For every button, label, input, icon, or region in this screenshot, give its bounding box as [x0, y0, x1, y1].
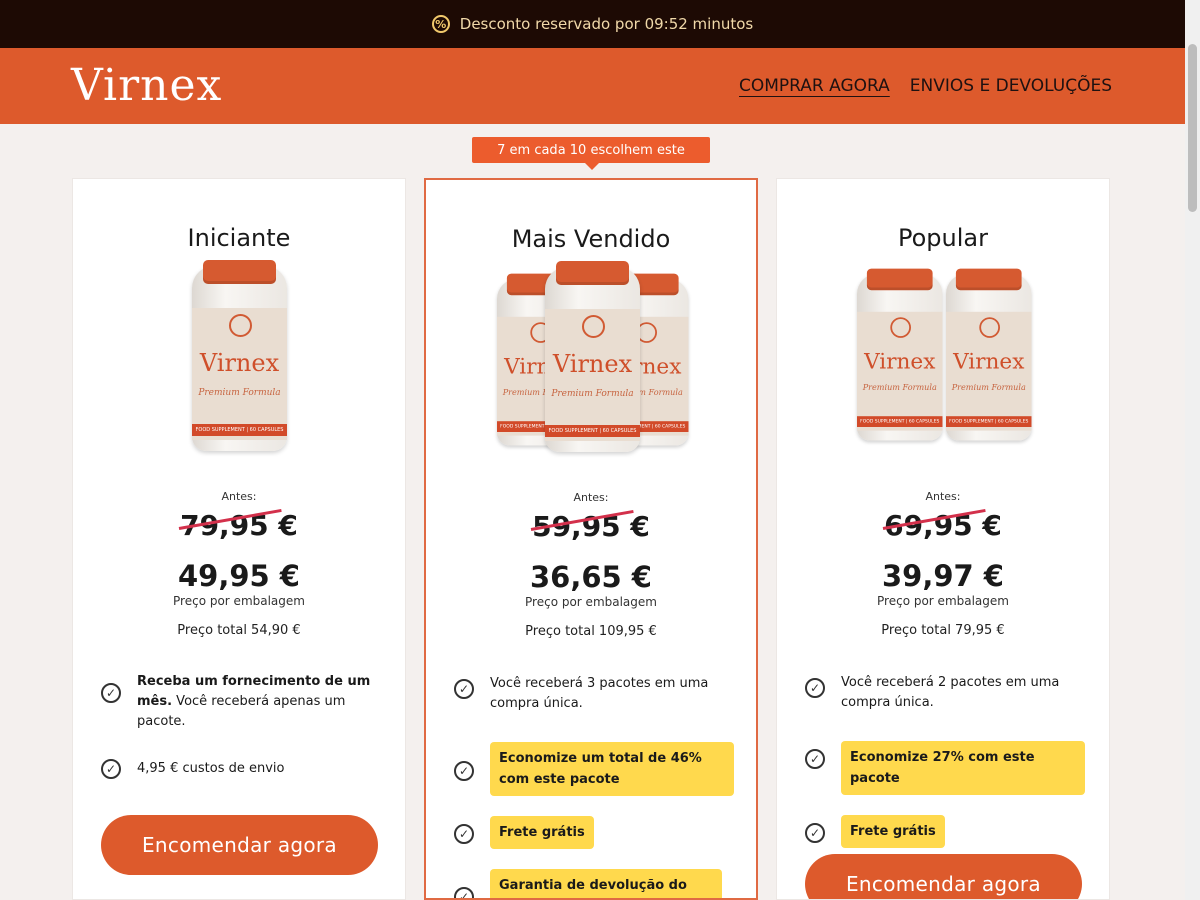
popular-choice-tag: 7 em cada 10 escolhem este: [472, 137, 710, 170]
plan-title: Iniciante: [187, 224, 291, 252]
product-image: Virnex Premium Formula FOOD SUPPLEMENT | 6…: [777, 264, 1109, 454]
check-circle-icon: ✓: [101, 683, 121, 703]
old-price: 79,95 €: [180, 509, 298, 542]
guarantee-badge: Garantia de devolução do: [490, 869, 722, 898]
plan-title: Popular: [898, 224, 988, 252]
brand-logo[interactable]: Virnex: [71, 60, 222, 111]
supplement-bottle: Virnex Premium Formula FOOD SUPPLEMENT | 6…: [946, 268, 1032, 441]
price-block: Antes: 79,95 € 49,95 € Preço por embalag…: [73, 490, 405, 638]
plan-features: ✓ Você receberá 2 pacotes em uma compra …: [805, 673, 1085, 868]
feature-item: ✓ Economize um total de 46% com este pac…: [454, 742, 734, 796]
discount-icon: %: [431, 15, 450, 33]
feature-text: 4,95 € custos de envio: [137, 761, 285, 776]
total-price: Preço total 54,90 €: [177, 623, 301, 638]
order-now-button[interactable]: Encomendar agora: [101, 815, 378, 875]
check-circle-icon: ✓: [454, 761, 474, 781]
supplement-bottle: Virnex Premium Formula FOOD SUPPLEMENT | 6…: [857, 268, 943, 441]
feature-text: Você receberá 3 pacotes em uma compra ún…: [490, 676, 709, 711]
plan-features: ✓ Você receberá 3 pacotes em uma compra …: [454, 674, 734, 898]
feature-item: ✓ Garantia de devolução do: [454, 869, 734, 898]
nav-buy-now[interactable]: COMPRAR AGORA: [739, 76, 890, 96]
feature-item: ✓ Frete grátis: [805, 815, 1085, 848]
feature-item: ✓ Receba um fornecimento de um mês. Você…: [101, 673, 381, 732]
supplement-bottle: Virnex Premium Formula FOOD SUPPLEMENT | 6…: [192, 260, 287, 451]
free-shipping-badge: Frete grátis: [490, 816, 594, 849]
old-price: 59,95 €: [532, 510, 650, 543]
check-circle-icon: ✓: [454, 679, 474, 699]
plan-features: ✓ Receba um fornecimento de um mês. Você…: [101, 673, 381, 799]
plan-title: Mais Vendido: [511, 225, 671, 253]
order-now-button[interactable]: Encomendar agora: [805, 854, 1082, 899]
supplement-bottle: Virnex Premium Formula FOOD SUPPLEMENT | 6…: [545, 261, 640, 452]
before-label: Antes:: [221, 490, 257, 503]
free-shipping-badge: Frete grátis: [841, 815, 945, 848]
feature-item: ✓ Economize 27% com este pacote: [805, 741, 1085, 795]
check-circle-icon: ✓: [805, 749, 825, 769]
price-unit-label: Preço por embalagem: [173, 594, 305, 608]
current-price: 49,95 €: [177, 559, 300, 593]
check-circle-icon: ✓: [454, 824, 474, 844]
discount-banner: % Desconto reservado por 09:52 minutos: [0, 0, 1185, 48]
current-price: 36,65 €: [529, 560, 652, 594]
product-image: Virnex Premium Formula FOOD SUPPLEMENT | 6…: [73, 260, 405, 454]
check-circle-icon: ✓: [805, 823, 825, 843]
main-navigation: COMPRAR AGORA ENVIOS E DEVOLUÇÕES: [739, 76, 1112, 96]
check-circle-icon: ✓: [454, 887, 474, 898]
feature-item: ✓ 4,95 € custos de envio: [101, 759, 381, 779]
total-price: Preço total 109,95 €: [525, 624, 657, 639]
price-block: Antes: 59,95 € 36,65 € Preço por embalag…: [426, 491, 756, 639]
old-price: 69,95 €: [884, 509, 1002, 542]
check-circle-icon: ✓: [805, 678, 825, 698]
current-price: 39,97 €: [881, 559, 1004, 593]
plan-card-best-seller: Mais Vendido Virnex Premium Formula FOOD S…: [424, 178, 758, 900]
total-price: Preço total 79,95 €: [881, 623, 1005, 638]
check-circle-icon: ✓: [101, 759, 121, 779]
site-header: Virnex COMPRAR AGORA ENVIOS E DEVOLUÇÕES: [0, 48, 1185, 124]
price-unit-label: Preço por embalagem: [525, 595, 657, 609]
savings-badge: Economize um total de 46% com este pacot…: [490, 742, 734, 796]
product-image: Virnex Premium Formula FOOD SUPPLEMENT | 6…: [426, 261, 756, 455]
plan-card-starter: Iniciante Virnex Premium Formula FOOD SUPP…: [72, 178, 406, 900]
price-unit-label: Preço por embalagem: [877, 594, 1009, 608]
savings-badge: Economize 27% com este pacote: [841, 741, 1085, 795]
plan-card-popular: Popular Virnex Premium Formula FOOD SUPPLE…: [776, 178, 1110, 900]
scrollbar-thumb[interactable]: [1188, 44, 1197, 212]
feature-item: ✓ Você receberá 3 pacotes em uma compra …: [454, 674, 734, 714]
nav-shipping-returns[interactable]: ENVIOS E DEVOLUÇÕES: [910, 76, 1112, 96]
discount-text: Desconto reservado por 09:52 minutos: [459, 15, 754, 33]
price-block: Antes: 69,95 € 39,97 € Preço por embalag…: [777, 490, 1109, 638]
feature-text: Você receberá 2 pacotes em uma compra ún…: [841, 675, 1060, 710]
before-label: Antes:: [925, 490, 961, 503]
before-label: Antes:: [573, 491, 609, 504]
feature-item: ✓ Frete grátis: [454, 816, 734, 849]
page-scrollbar[interactable]: [1185, 0, 1200, 900]
feature-item: ✓ Você receberá 2 pacotes em uma compra …: [805, 673, 1085, 713]
